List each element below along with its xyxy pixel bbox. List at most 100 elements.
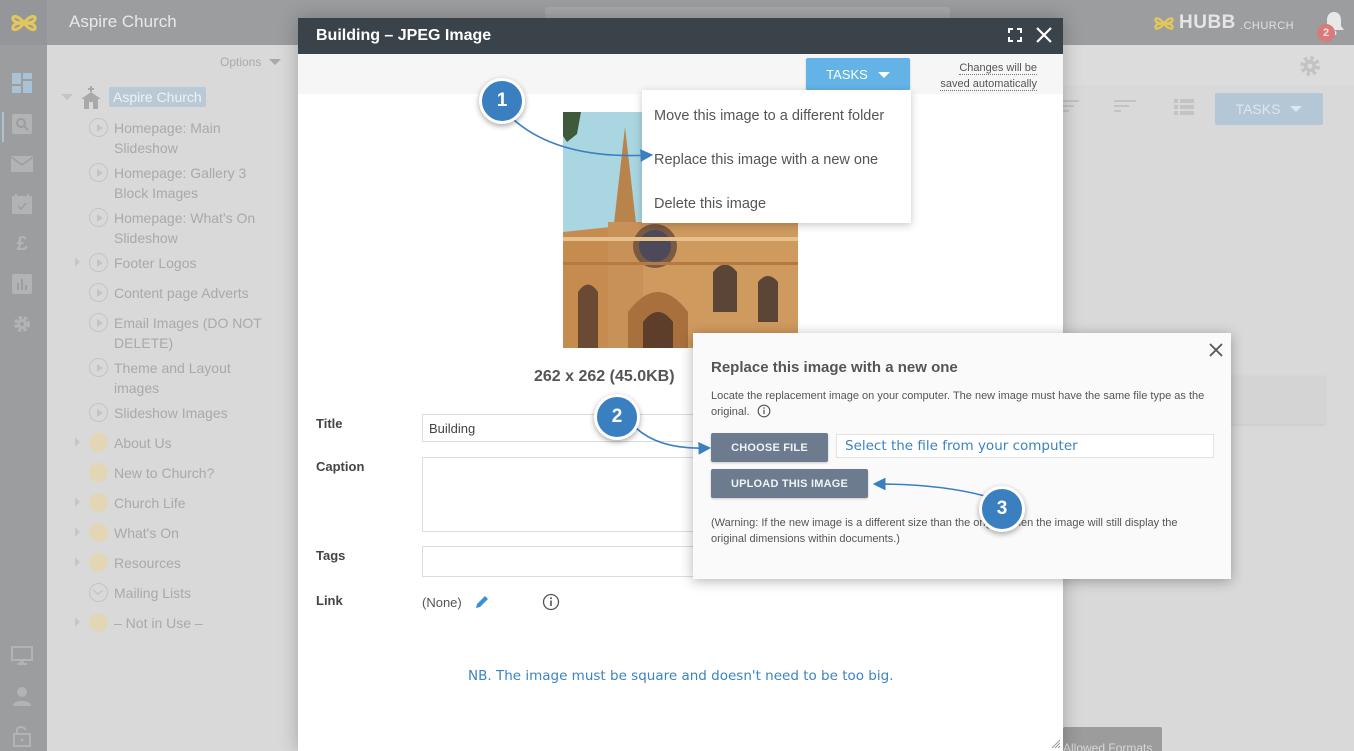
allowed-formats-button[interactable]: Allowed Formats bbox=[1063, 727, 1162, 751]
step-callout-1: 1 bbox=[479, 78, 525, 124]
caret-right-icon bbox=[75, 257, 80, 267]
tree-item-label: Homepage: Gallery 3 Block Images bbox=[114, 165, 247, 201]
caret-right-icon bbox=[75, 437, 80, 447]
modal-header: Building – JPEG Image bbox=[298, 18, 1063, 54]
brand-logo: HUBB .CHURCH bbox=[1153, 12, 1294, 34]
expand-caret-icon[interactable] bbox=[75, 523, 83, 537]
collapse-caret-icon[interactable] bbox=[61, 94, 73, 100]
list-view-icon[interactable] bbox=[1174, 99, 1194, 120]
replace-warning: (Warning: If the new image is a differen… bbox=[711, 517, 1178, 545]
caret-right-icon bbox=[75, 497, 80, 507]
chart-icon[interactable] bbox=[11, 273, 33, 295]
tree-item[interactable]: Homepage: What's On Slideshow bbox=[75, 208, 275, 248]
caption-label: Caption bbox=[316, 459, 365, 474]
tasks-label: TASKS bbox=[826, 67, 868, 82]
tree-item[interactable]: About Us bbox=[75, 433, 275, 453]
tasks-dropdown-menu: Move this image to a different folder Re… bbox=[642, 90, 911, 223]
caret-spacer bbox=[75, 208, 83, 212]
modal-toolbar: TASKS Changes will be saved automaticall… bbox=[298, 54, 1063, 94]
play-circle-icon bbox=[89, 358, 108, 377]
background-tasks-label: TASKS bbox=[1235, 101, 1281, 117]
autosave-line-2: saved automatically bbox=[940, 78, 1037, 91]
lock-icon[interactable] bbox=[11, 725, 33, 747]
play-circle-icon bbox=[89, 253, 108, 272]
allowed-formats-label: Allowed Formats bbox=[1063, 741, 1153, 751]
info-icon[interactable] bbox=[542, 593, 560, 611]
play-circle-icon bbox=[89, 163, 108, 182]
close-icon[interactable] bbox=[1209, 343, 1223, 357]
tree-item[interactable]: Church Life bbox=[75, 493, 275, 513]
tree-root[interactable]: Aspire Church bbox=[61, 85, 206, 109]
tree-item-label: Content page Adverts bbox=[114, 285, 249, 301]
app-title: Aspire Church bbox=[69, 12, 177, 31]
link-value: (None) bbox=[422, 594, 462, 610]
tasks-button[interactable]: TASKS bbox=[806, 58, 910, 91]
tree-root-label: Aspire Church bbox=[109, 87, 206, 107]
title-label: Title bbox=[316, 416, 343, 431]
caret-right-icon bbox=[75, 617, 80, 627]
choose-file-button[interactable]: CHOOSE FILE bbox=[711, 433, 828, 462]
play-circle-icon bbox=[89, 403, 108, 422]
file-path-input[interactable]: Select the file from your computer bbox=[836, 434, 1214, 458]
settings-icon[interactable] bbox=[11, 313, 33, 335]
tree-item-label: Theme and Layout images bbox=[114, 360, 231, 396]
tree-item[interactable]: What's On bbox=[75, 523, 275, 543]
options-dropdown[interactable]: Options bbox=[220, 55, 282, 69]
caret-spacer bbox=[75, 358, 83, 362]
gear-icon[interactable] bbox=[1299, 55, 1321, 82]
tree-item[interactable]: Content page Adverts bbox=[75, 283, 275, 303]
pencil-icon[interactable] bbox=[474, 594, 490, 610]
upload-image-button[interactable]: UPLOAD THIS IMAGE bbox=[711, 469, 868, 498]
tags-label: Tags bbox=[316, 548, 346, 563]
info-icon[interactable] bbox=[757, 404, 771, 418]
hubb-brand-icon bbox=[1154, 16, 1174, 30]
dashboard-icon[interactable] bbox=[11, 72, 33, 94]
menu-item-replace-image[interactable]: Replace this image with a new one bbox=[642, 138, 911, 182]
tree-item[interactable]: Theme and Layout images bbox=[75, 358, 275, 398]
user-icon[interactable] bbox=[11, 685, 33, 707]
caption-textarea[interactable] bbox=[422, 457, 712, 532]
pound-icon[interactable]: £ bbox=[11, 233, 33, 255]
app-logo[interactable] bbox=[0, 0, 47, 45]
folder-circle-icon bbox=[89, 553, 108, 572]
tree-item[interactable]: Email Images (DO NOT DELETE) bbox=[75, 313, 275, 353]
left-nav-rail: £ bbox=[0, 45, 47, 751]
expand-caret-icon[interactable] bbox=[75, 613, 83, 627]
menu-item-move-image[interactable]: Move this image to a different folder bbox=[642, 94, 911, 138]
background-tasks-button[interactable]: TASKS bbox=[1215, 93, 1323, 125]
replace-image-dialog: Replace this image with a new one Locate… bbox=[693, 333, 1231, 579]
tags-input[interactable] bbox=[422, 546, 712, 577]
mail-icon[interactable] bbox=[11, 153, 33, 175]
image-note: NB. The image must be square and doesn't… bbox=[468, 668, 894, 684]
menu-item-delete-image[interactable]: Delete this image bbox=[642, 182, 911, 226]
expand-caret-icon[interactable] bbox=[75, 493, 83, 507]
caret-spacer bbox=[75, 463, 83, 467]
chevron-down-icon bbox=[877, 71, 890, 78]
sort-icon[interactable] bbox=[1114, 100, 1136, 119]
search-icon[interactable] bbox=[11, 113, 33, 135]
calendar-icon[interactable] bbox=[11, 193, 33, 215]
tree-item[interactable]: Homepage: Gallery 3 Block Images bbox=[75, 163, 275, 203]
tree-item[interactable]: Slideshow Images bbox=[75, 403, 275, 423]
fullscreen-icon[interactable] bbox=[1007, 27, 1023, 43]
expand-caret-icon[interactable] bbox=[75, 553, 83, 567]
tree-item[interactable]: Mailing Lists bbox=[75, 583, 275, 603]
resize-handle-icon[interactable] bbox=[1051, 739, 1061, 749]
tree-item[interactable]: – Not in Use – bbox=[75, 613, 275, 633]
tree-item[interactable]: Resources bbox=[75, 553, 275, 573]
link-field: (None) bbox=[422, 593, 560, 611]
tree-item[interactable]: New to Church? bbox=[75, 463, 275, 483]
brand-suffix: .CHURCH bbox=[1239, 19, 1295, 32]
expand-caret-icon[interactable] bbox=[75, 253, 83, 267]
expand-caret-icon[interactable] bbox=[75, 433, 83, 447]
play-circle-icon bbox=[89, 208, 108, 227]
caret-right-icon bbox=[75, 557, 80, 567]
close-icon[interactable] bbox=[1035, 26, 1053, 44]
monitor-icon[interactable] bbox=[11, 645, 33, 667]
options-label: Options bbox=[220, 55, 262, 69]
sort-icon[interactable] bbox=[1063, 100, 1079, 119]
tree-item-label: Email Images (DO NOT DELETE) bbox=[114, 315, 262, 351]
title-input[interactable]: Building bbox=[422, 414, 712, 442]
tree-item[interactable]: Homepage: Main Slideshow bbox=[75, 118, 275, 158]
tree-item[interactable]: Footer Logos bbox=[75, 253, 275, 273]
